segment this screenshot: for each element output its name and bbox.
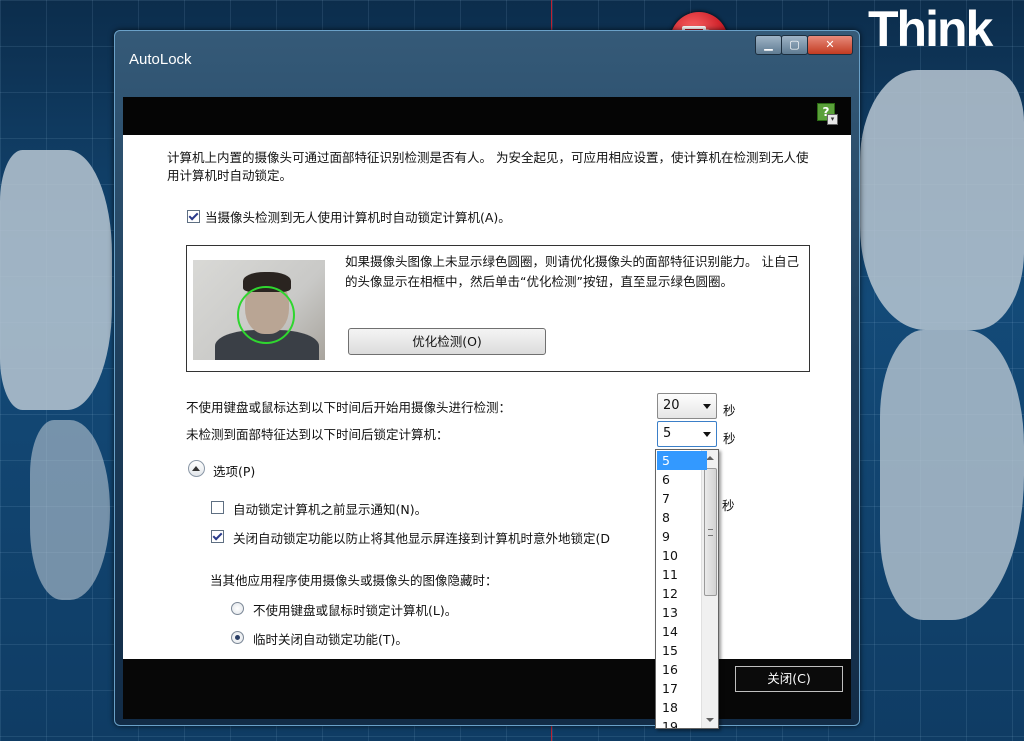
camera-frame: 如果摄像头图像上未显示绿色圆圈，则请优化摄像头的面部特征识别能力。 让自己的头像…: [186, 245, 810, 372]
dropdown-option[interactable]: 16: [657, 660, 707, 679]
map-land-right-lower: [880, 330, 1024, 620]
settings-panel: 计算机上内置的摄像头可通过面部特征识别检测是否有人。 为安全起见，可应用相应设置…: [123, 135, 851, 659]
close-icon: ✕: [825, 38, 835, 51]
dropdown-option[interactable]: 5: [657, 451, 707, 470]
radio-lock-label: 不使用键盘或鼠标时锁定计算机(L)。: [253, 603, 458, 618]
auto-lock-label: 当摄像头检测到无人使用计算机时自动锁定计算机(A)。: [205, 210, 511, 225]
dropdown-option[interactable]: 19: [657, 717, 707, 728]
chevron-down-icon: [703, 432, 711, 437]
scroll-down-icon[interactable]: [706, 718, 714, 722]
notify-label: 自动锁定计算机之前显示通知(N)。: [233, 502, 428, 517]
radio-disable-autolock[interactable]: [231, 631, 244, 644]
intro-text: 计算机上内置的摄像头可通过面部特征识别检测是否有人。 为安全起见，可应用相应设置…: [167, 150, 809, 183]
scroll-grip-icon: [708, 529, 713, 536]
optimize-detection-button[interactable]: 优化检测(O): [348, 328, 546, 355]
window-title: AutoLock: [129, 51, 192, 68]
idle-time-select[interactable]: 20: [657, 393, 717, 419]
lock-time-select[interactable]: 5: [657, 421, 717, 447]
minimize-button[interactable]: ▁: [755, 35, 782, 55]
camera-hint-text: 如果摄像头图像上未显示绿色圆圈，则请优化摄像头的面部特征识别能力。 让自己的头像…: [345, 254, 799, 289]
header-bar: [123, 97, 851, 135]
idle-time-value: 20: [663, 398, 680, 413]
dropdown-option[interactable]: 8: [657, 508, 707, 527]
lock-time-value: 5: [663, 426, 672, 441]
lock-time-label: 未检测到面部特征达到以下时间后锁定计算机：: [186, 427, 449, 442]
maximize-button[interactable]: ▢: [781, 35, 808, 55]
options-toggle-icon[interactable]: [188, 460, 205, 477]
help-dropdown-icon[interactable]: ▾: [827, 114, 838, 125]
dropdown-option[interactable]: 15: [657, 641, 707, 660]
map-land-left: [0, 150, 112, 410]
minimize-icon: ▁: [764, 38, 773, 51]
dropdown-option[interactable]: 7: [657, 489, 707, 508]
dropdown-option[interactable]: 11: [657, 565, 707, 584]
map-land-right: [860, 70, 1024, 330]
radio-lock-computer[interactable]: [231, 602, 244, 615]
maximize-icon: ▢: [789, 38, 800, 51]
camera-preview: [193, 260, 325, 360]
face-detected-ring: [237, 286, 295, 344]
dropdown-option[interactable]: 12: [657, 584, 707, 603]
dropdown-option[interactable]: 9: [657, 527, 707, 546]
dropdown-option[interactable]: 13: [657, 603, 707, 622]
notify-unit: 秒: [722, 498, 735, 513]
close-window-button[interactable]: ✕: [807, 35, 853, 55]
options-toggle-label[interactable]: 选项(P): [213, 461, 255, 480]
map-land-left-lower: [30, 420, 110, 600]
lock-time-dropdown-list: 5 6 7 8 9 10 11 12 13 14 15 16 17 18 19: [655, 449, 719, 729]
chevron-down-icon: [703, 404, 711, 409]
dropdown-option[interactable]: 18: [657, 698, 707, 717]
think-logo: Think: [868, 1, 993, 57]
autolock-window: AutoLock ▁ ▢ ✕ ? ▾ 计算机上内置的摄像头可通过面部特征识别检测…: [114, 30, 860, 726]
lock-time-unit: 秒: [723, 431, 736, 446]
dropdown-option[interactable]: 6: [657, 470, 707, 489]
disable-lock-checkbox[interactable]: [211, 530, 224, 543]
dropdown-option[interactable]: 14: [657, 622, 707, 641]
radio-disable-label: 临时关闭自动锁定功能(T)。: [253, 632, 408, 647]
scroll-up-icon[interactable]: [706, 456, 714, 460]
dropdown-option[interactable]: 17: [657, 679, 707, 698]
idle-time-label: 不使用键盘或鼠标达到以下时间后开始用摄像头进行检测：: [186, 400, 512, 415]
close-button[interactable]: 关闭(C): [735, 666, 843, 692]
dropdown-option[interactable]: 10: [657, 546, 707, 565]
disable-lock-label: 关闭自动锁定功能以防止将其他显示屏连接到计算机时意外地锁定(D: [233, 531, 611, 546]
hidden-camera-heading: 当其他应用程序使用摄像头或摄像头的图像隐藏时：: [210, 573, 498, 588]
idle-time-unit: 秒: [723, 403, 736, 418]
notify-checkbox[interactable]: [211, 501, 224, 514]
auto-lock-checkbox[interactable]: [187, 210, 200, 223]
